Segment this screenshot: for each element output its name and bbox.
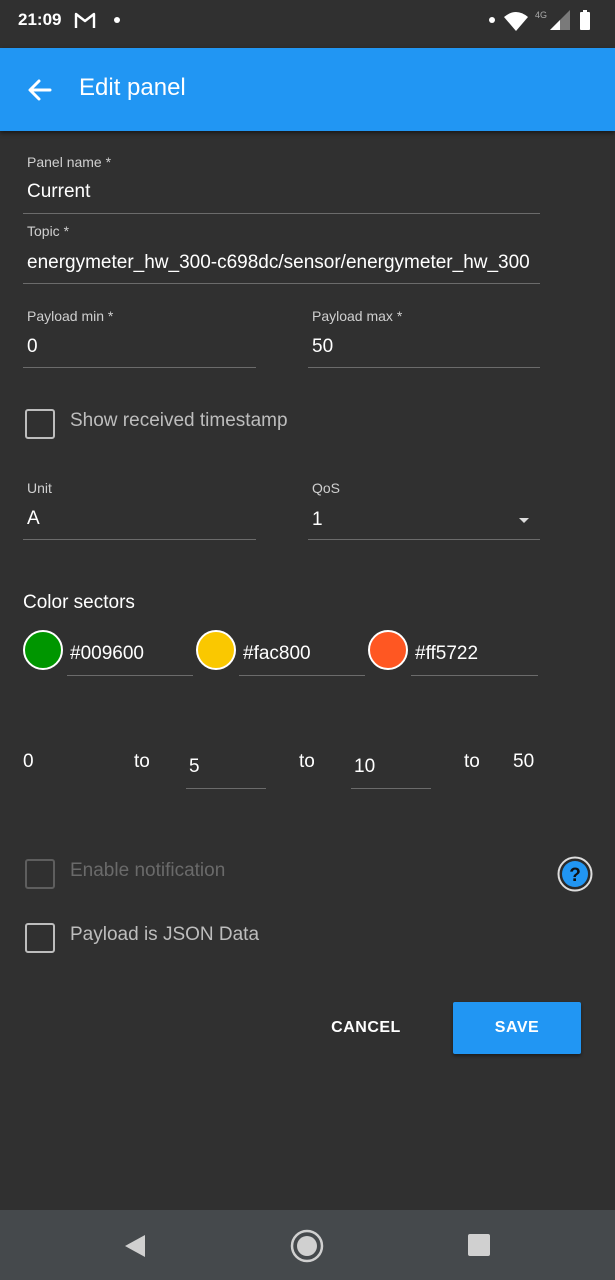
notification-dot-icon	[489, 17, 495, 23]
color-sector-1-input[interactable]: #009600	[70, 643, 190, 665]
status-bar: 21:09 4G	[0, 0, 615, 48]
unit-input[interactable]: A	[27, 508, 252, 530]
qos-label: QoS	[312, 480, 341, 496]
panel-name-label: Panel name *	[27, 154, 112, 170]
color-swatch-1[interactable]	[23, 630, 63, 670]
topic-underline	[23, 283, 540, 284]
range-bound-1-underline	[186, 788, 266, 789]
qos-underline	[308, 539, 540, 540]
enable-notification-label: Enable notification	[70, 860, 226, 881]
payload-min-underline	[23, 367, 256, 368]
show-timestamp-label: Show received timestamp	[70, 410, 288, 431]
range-end-value: 50	[513, 751, 535, 772]
battery-icon	[580, 10, 590, 30]
show-timestamp-checkbox[interactable]	[25, 409, 55, 439]
payload-max-label: Payload max *	[312, 308, 403, 324]
payload-max-input[interactable]: 50	[312, 336, 537, 358]
unit-label: Unit	[27, 480, 52, 496]
color-swatch-3[interactable]	[368, 630, 408, 670]
qos-value: 1	[312, 509, 323, 530]
notification-dot-icon	[114, 17, 120, 23]
gmail-icon	[74, 12, 96, 28]
color-sector-2-input[interactable]: #fac800	[243, 643, 363, 665]
panel-name-input[interactable]: Current	[27, 181, 540, 203]
range-bound-1-input[interactable]: 5	[189, 756, 259, 778]
enable-notification-checkbox[interactable]	[25, 859, 55, 889]
color-sectors-title: Color sectors	[23, 592, 135, 613]
nav-recents-icon[interactable]	[468, 1234, 490, 1256]
json-payload-label: Payload is JSON Data	[70, 924, 260, 945]
save-button[interactable]: SAVE	[453, 1002, 581, 1054]
nav-home-icon[interactable]	[290, 1229, 324, 1263]
svg-text:?: ?	[569, 865, 581, 886]
color-sector-3-underline	[411, 675, 538, 676]
topic-label: Topic *	[27, 223, 70, 239]
status-time: 21:09	[18, 10, 62, 29]
arrow-left-icon[interactable]	[26, 76, 54, 104]
color-swatch-2[interactable]	[196, 630, 236, 670]
range-to-label: to	[299, 751, 315, 772]
range-start-value: 0	[23, 751, 34, 772]
nav-back-icon[interactable]	[122, 1233, 148, 1259]
range-to-label: to	[134, 751, 150, 772]
caret-down-icon	[519, 518, 529, 523]
color-sector-2-underline	[239, 675, 365, 676]
system-nav-bar	[0, 1210, 615, 1280]
topic-input[interactable]: energymeter_hw_300-c698dc/sensor/energym…	[27, 252, 538, 274]
json-payload-checkbox[interactable]	[25, 923, 55, 953]
payload-max-underline	[308, 367, 540, 368]
range-bound-2-underline	[351, 788, 431, 789]
help-circle-icon[interactable]: ?	[557, 856, 593, 892]
cancel-button[interactable]: CANCEL	[316, 1003, 416, 1053]
range-bound-2-input[interactable]: 10	[354, 756, 424, 778]
payload-min-label: Payload min *	[27, 308, 114, 324]
payload-min-input[interactable]: 0	[27, 336, 252, 358]
page-title: Edit panel	[79, 74, 186, 101]
network-type-label: 4G	[535, 10, 548, 20]
panel-name-underline	[23, 213, 540, 214]
unit-underline	[23, 539, 256, 540]
qos-select[interactable]: 1	[308, 505, 540, 539]
app-bar: Edit panel	[0, 48, 615, 131]
signal-icon	[550, 10, 570, 30]
color-sector-3-input[interactable]: #ff5722	[415, 643, 535, 665]
color-sector-1-underline	[67, 675, 193, 676]
wifi-icon	[504, 12, 528, 31]
range-to-label: to	[464, 751, 480, 772]
